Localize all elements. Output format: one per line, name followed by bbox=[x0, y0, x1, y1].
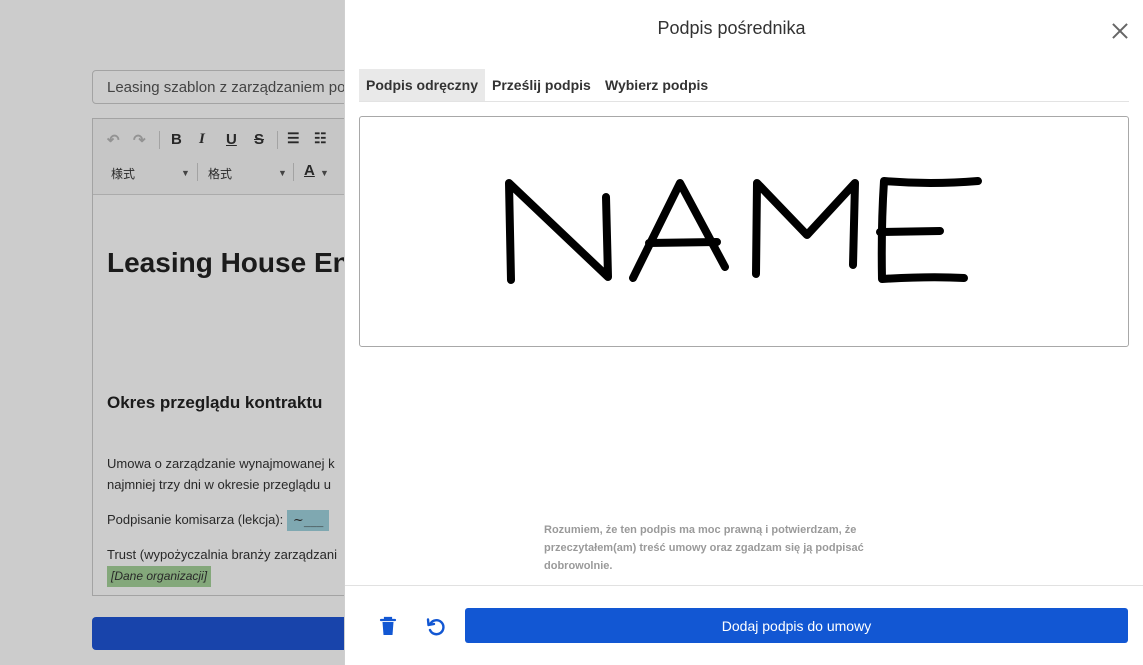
modal-footer: Dodaj podpis do umowy bbox=[345, 585, 1143, 665]
tab-handwritten-signature[interactable]: Podpis odręczny bbox=[359, 69, 486, 101]
signature-stroke bbox=[645, 238, 721, 247]
close-icon[interactable] bbox=[1109, 20, 1131, 42]
tab-upload-signature[interactable]: Prześlij podpis bbox=[485, 69, 598, 101]
legal-consent-text: Rozumiem, że ten podpis ma moc prawną i … bbox=[544, 524, 864, 572]
tab-choose-signature[interactable]: Wybierz podpis bbox=[598, 69, 715, 101]
add-signature-button[interactable]: Dodaj podpis do umowy bbox=[465, 608, 1128, 643]
signature-stroke bbox=[505, 179, 612, 284]
signature-drawing-pad[interactable] bbox=[359, 116, 1129, 347]
modal-title: Podpis pośrednika bbox=[657, 18, 806, 38]
signature-modal: Podpis pośrednika Podpis odręczny Prześl… bbox=[344, 0, 1143, 665]
reset-icon[interactable] bbox=[421, 612, 451, 642]
handwritten-signature-strokes bbox=[505, 177, 982, 284]
trash-icon[interactable] bbox=[373, 612, 403, 642]
signature-stroke bbox=[876, 227, 944, 236]
signature-tabs: Podpis odręczny Prześlij podpis Wybierz … bbox=[359, 69, 1129, 102]
signature-stroke bbox=[752, 179, 859, 278]
signature-stroke bbox=[629, 179, 729, 282]
